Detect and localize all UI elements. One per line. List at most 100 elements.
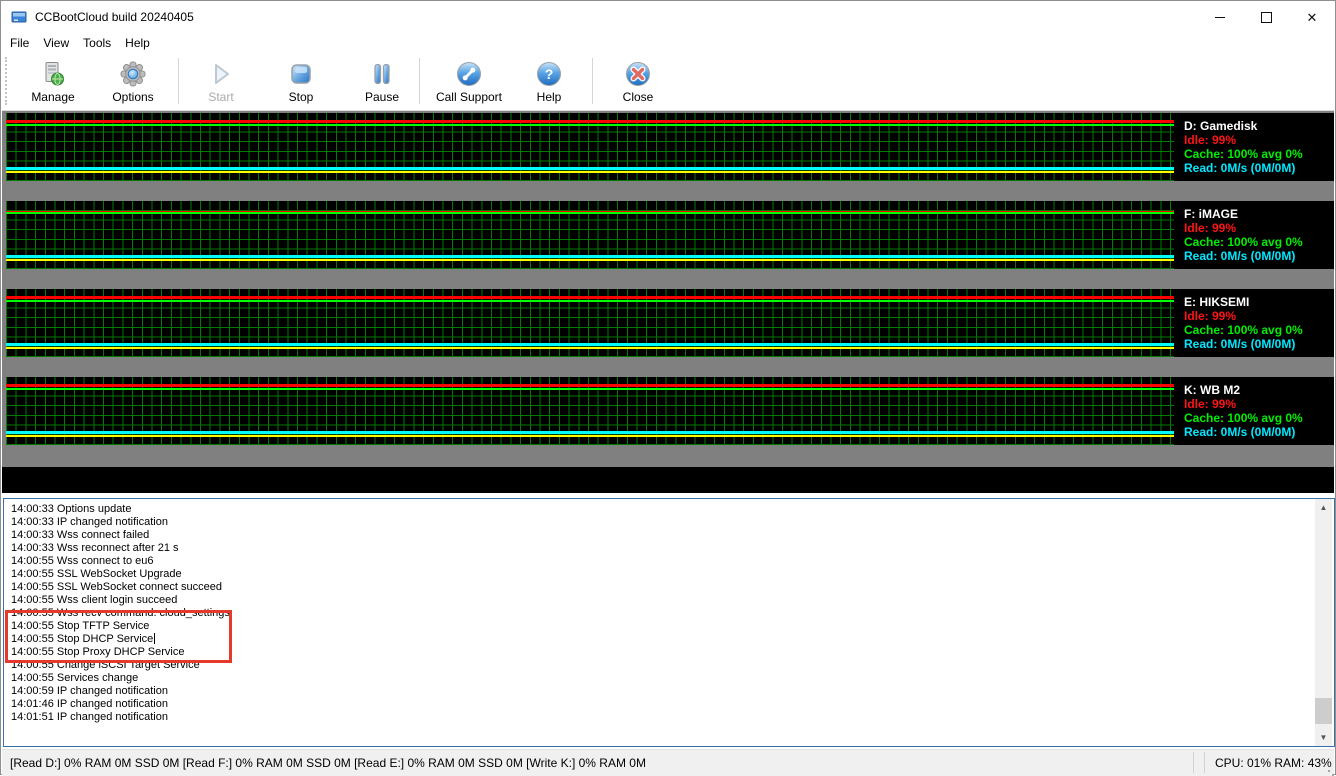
disk-row-k: K: WB M2 Idle: 99% Cache: 100% avg 0% Re…: [2, 377, 1334, 445]
minimize-button[interactable]: [1197, 1, 1243, 33]
close-circle-icon: [606, 59, 670, 89]
disk-io-status: [Read D:] 0% RAM 0M SSD 0M [Read F:] 0% …: [10, 756, 646, 770]
scrollbar-thumb[interactable]: [1315, 698, 1332, 724]
pause-bars-icon: [350, 59, 414, 89]
disk-idle: Idle: 99%: [1184, 221, 1334, 235]
maximize-icon: [1261, 12, 1272, 23]
write-line: [6, 259, 1174, 261]
log-line: 14:00:59 IP changed notification: [11, 685, 1314, 698]
log-line: 14:00:55 Services change: [11, 672, 1314, 685]
disk-info-panel: D: Gamedisk Idle: 99% Cache: 100% avg 0%…: [1174, 113, 1334, 181]
close-app-button[interactable]: Close: [606, 59, 670, 104]
idle-line: [6, 296, 1174, 299]
resize-grip[interactable]: [1328, 770, 1330, 772]
toolbar-separator: [178, 58, 179, 104]
disk-graph-f: [6, 201, 1174, 269]
write-line: [6, 347, 1174, 349]
disk-name: K: WB M2: [1184, 383, 1334, 397]
disk-cache: Cache: 100% avg 0%: [1184, 147, 1334, 161]
options-label: Options: [101, 90, 165, 104]
log-line: 14:00:33 Wss reconnect after 21 s: [11, 542, 1314, 555]
maximize-button[interactable]: [1243, 1, 1289, 33]
help-label: Help: [517, 90, 581, 104]
disk-monitor-section: D: Gamedisk Idle: 99% Cache: 100% avg 0%…: [2, 111, 1334, 493]
question-circle-icon: ?: [517, 59, 581, 89]
disk-cache: Cache: 100% avg 0%: [1184, 235, 1334, 249]
cpu-ram-status: CPU: 01% RAM: 43%: [1215, 756, 1332, 770]
stop-square-icon: [269, 59, 333, 89]
start-button: Start: [189, 59, 253, 104]
call-support-button[interactable]: Call Support: [431, 59, 507, 104]
start-label: Start: [189, 90, 253, 104]
disk-read: Read: 0M/s (0M/0M): [1184, 249, 1334, 263]
pause-button[interactable]: Pause: [350, 59, 414, 104]
disk-graph-e: [6, 289, 1174, 357]
disk-row-e: E: HIKSEMI Idle: 99% Cache: 100% avg 0% …: [2, 289, 1334, 357]
menu-tools[interactable]: Tools: [76, 34, 118, 52]
disk-cache: Cache: 100% avg 0%: [1184, 323, 1334, 337]
disk-row-d: D: Gamedisk Idle: 99% Cache: 100% avg 0%…: [2, 113, 1334, 181]
manage-button[interactable]: Manage: [21, 59, 85, 104]
stop-label: Stop: [269, 90, 333, 104]
log-line: 14:01:51 IP changed notification: [11, 711, 1314, 724]
server-globe-icon: [21, 59, 85, 89]
svg-text:?: ?: [545, 66, 554, 82]
close-icon: ✕: [1307, 11, 1318, 24]
disk-read: Read: 0M/s (0M/0M): [1184, 425, 1334, 439]
statusbar-separator: [1193, 752, 1194, 773]
menu-view[interactable]: View: [36, 34, 76, 52]
log-line: 14:00:33 Options update: [11, 503, 1314, 516]
disk-cache: Cache: 100% avg 0%: [1184, 411, 1334, 425]
disk-read: Read: 0M/s (0M/0M): [1184, 337, 1334, 351]
disk-name: F: iMAGE: [1184, 207, 1334, 221]
call-support-label: Call Support: [431, 90, 507, 104]
close-app-label: Close: [606, 90, 670, 104]
pause-label: Pause: [350, 90, 414, 104]
log-line: 14:00:55 SSL WebSocket connect succeed: [11, 581, 1314, 594]
app-window: CCBootCloud build 20240405 ✕ File View T…: [0, 0, 1336, 775]
log-scrollbar[interactable]: ▲ ▼: [1315, 499, 1332, 746]
read-line: [6, 255, 1174, 258]
status-bar: [Read D:] 0% RAM 0M SSD 0M [Read F:] 0% …: [2, 749, 1334, 776]
disk-idle: Idle: 99%: [1184, 397, 1334, 411]
toolbar-gripper[interactable]: [5, 57, 7, 105]
read-line: [6, 343, 1174, 346]
empty-graph-strip: [2, 467, 1334, 493]
cache-line: [6, 124, 1174, 126]
phone-circle-icon: [431, 59, 507, 89]
statusbar-separator: [1204, 752, 1205, 773]
disk-idle: Idle: 99%: [1184, 309, 1334, 323]
title-bar: CCBootCloud build 20240405 ✕: [1, 1, 1335, 33]
close-button[interactable]: ✕: [1289, 1, 1335, 33]
minimize-icon: [1215, 17, 1225, 18]
write-line: [6, 435, 1174, 437]
app-disk-icon: [11, 9, 27, 25]
disk-name: E: HIKSEMI: [1184, 295, 1334, 309]
idle-line: [6, 384, 1174, 387]
write-line: [6, 171, 1174, 173]
scroll-down-icon[interactable]: ▼: [1315, 729, 1332, 746]
log-line: 14:00:33 IP changed notification: [11, 516, 1314, 529]
red-highlight-box: [5, 610, 232, 663]
gear-icon: [101, 59, 165, 89]
help-button[interactable]: ? Help: [517, 59, 581, 104]
log-line: 14:00:55 Wss client login succeed: [11, 594, 1314, 607]
toolbar-separator: [419, 58, 420, 104]
menu-file[interactable]: File: [3, 34, 36, 52]
log-line: 14:00:55 SSL WebSocket Upgrade: [11, 568, 1314, 581]
idle-line: [6, 120, 1174, 123]
read-line: [6, 431, 1174, 434]
manage-label: Manage: [21, 90, 85, 104]
options-button[interactable]: Options: [101, 59, 165, 104]
disk-read: Read: 0M/s (0M/0M): [1184, 161, 1334, 175]
toolbar: Manage Options: [2, 52, 1334, 111]
log-line: 14:01:46 IP changed notification: [11, 698, 1314, 711]
toolbar-separator: [592, 58, 593, 104]
stop-button[interactable]: Stop: [269, 59, 333, 104]
menu-help[interactable]: Help: [118, 34, 157, 52]
disk-info-panel: K: WB M2 Idle: 99% Cache: 100% avg 0% Re…: [1174, 377, 1334, 445]
disk-row-f: F: iMAGE Idle: 99% Cache: 100% avg 0% Re…: [2, 201, 1334, 269]
menu-bar: File View Tools Help: [1, 33, 1335, 52]
scroll-up-icon[interactable]: ▲: [1315, 499, 1332, 516]
window-controls: ✕: [1197, 1, 1335, 33]
